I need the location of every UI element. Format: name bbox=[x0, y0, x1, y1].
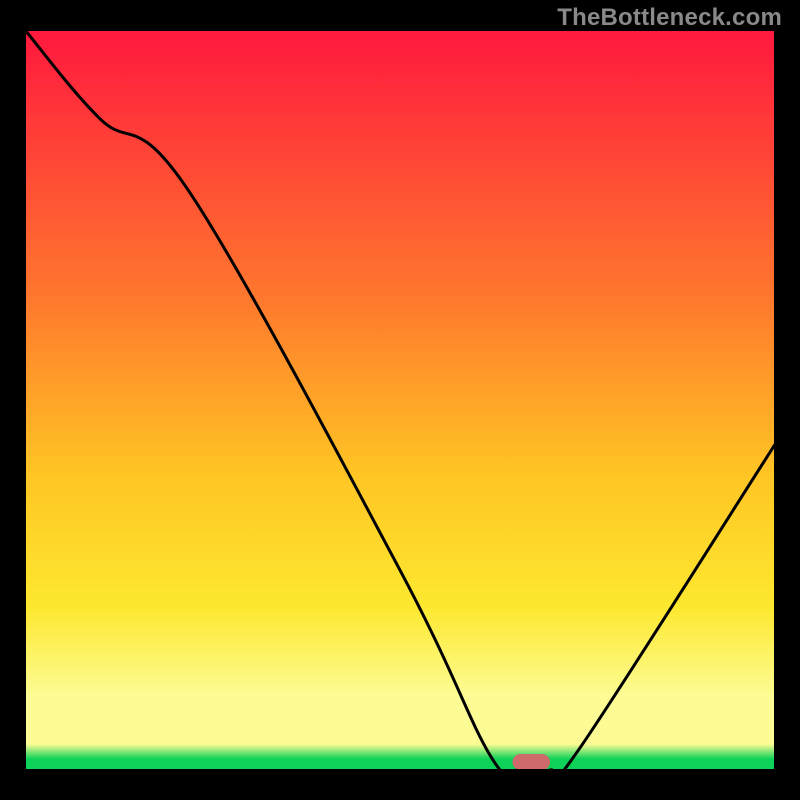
chart-container: TheBottleneck.com bbox=[0, 0, 800, 800]
optimal-marker bbox=[513, 754, 551, 770]
gradient-background bbox=[25, 30, 775, 770]
bottleneck-chart bbox=[0, 0, 800, 800]
